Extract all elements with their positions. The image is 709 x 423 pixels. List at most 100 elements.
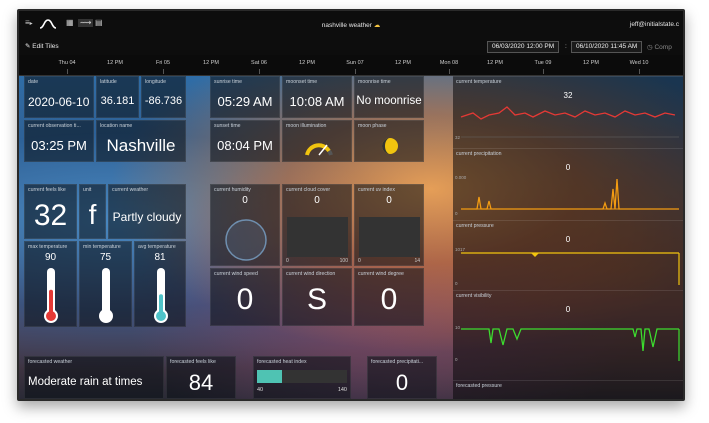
tile-sunrise[interactable]: sunrise time 05:29 AM xyxy=(210,76,280,118)
tile-label: date xyxy=(28,79,39,85)
tile-value: S xyxy=(306,283,327,316)
tile-moonset[interactable]: moonset time 10:08 AM xyxy=(282,76,352,118)
tile-uv-index[interactable]: current uv index 0 0 14 xyxy=(354,184,424,266)
timeline-tick: 12 PM xyxy=(487,60,503,66)
tile-humidity[interactable]: current humidity 0 xyxy=(210,184,280,266)
uv-index-bar xyxy=(359,217,420,257)
tile-value: 2020-06-10 xyxy=(28,95,90,109)
thermometer-fill xyxy=(49,289,53,314)
thermometer-bulb xyxy=(46,311,56,321)
tile-value: 10:08 AM xyxy=(289,94,345,109)
bar-max: 100 xyxy=(339,258,348,264)
tile-forecasted-heat-index[interactable]: forecasted heat index 40 140 xyxy=(253,356,351,399)
end-datetime-input[interactable]: 06/10/2020 11:45 AM xyxy=(571,41,643,53)
timeline-tick: Tue 09 xyxy=(534,60,552,66)
dashboard-title: nashville weather ☁ xyxy=(19,21,683,29)
thermometer-bulb xyxy=(156,311,166,321)
timeline-tick-mark xyxy=(67,69,68,74)
tile-value: Partly cloudy xyxy=(112,210,182,224)
chart-current-temperature[interactable]: current temperature 32 32 xyxy=(453,76,683,149)
tile-wind-direction[interactable]: current wind direction S xyxy=(282,268,352,326)
cloud-cover-bar xyxy=(287,217,348,257)
tile-label: current weather xyxy=(112,187,149,193)
thermometer-icon xyxy=(44,268,58,323)
tile-label: moonrise time xyxy=(358,79,391,85)
chart-forecasted-pressure[interactable]: forecasted pressure xyxy=(453,380,683,399)
tile-current-weather[interactable]: current weather Partly cloudy xyxy=(108,184,186,239)
tile-longitude[interactable]: longitude -86.736 xyxy=(141,76,186,118)
tile-label: unit xyxy=(83,187,92,193)
tile-min-temperature[interactable]: min temperature 75 xyxy=(79,241,132,327)
dashboard-window: ≡▸ ▦ ⟿ ▤ nashville weather ☁ jeff@initia… xyxy=(17,9,685,401)
tile-value: 84 xyxy=(188,370,214,395)
start-datetime-input[interactable]: 06/03/2020 12:00 PM xyxy=(487,41,560,53)
tile-date[interactable]: date 2020-06-10 xyxy=(24,76,94,118)
timeline-tick: Sat 06 xyxy=(251,60,267,66)
tile-label: current cloud cover xyxy=(286,187,331,193)
tile-max-temperature[interactable]: max temperature 90 xyxy=(24,241,77,327)
user-account[interactable]: jeff@initialstate.c xyxy=(630,21,679,28)
timeline-scrubber[interactable]: Thu 04 12 PM Fri 05 12 PM Sat 06 12 PM S… xyxy=(19,55,683,76)
tile-value: 0 xyxy=(386,195,392,206)
precipitation-line xyxy=(461,178,679,210)
compare-button[interactable]: ◷ Comp xyxy=(647,43,672,51)
tile-feels-like[interactable]: current feels like 32 xyxy=(24,184,77,239)
timeline-tick: Wed 10 xyxy=(629,60,649,66)
tile-label: current uv index xyxy=(358,187,395,193)
tile-value: 08:04 PM xyxy=(217,138,273,153)
heat-index-bar xyxy=(257,370,347,383)
dashboard-title-text: nashville weather xyxy=(321,22,372,29)
timeline-tick: 12 PM xyxy=(107,60,123,66)
timeline-tick: Fri 05 xyxy=(155,60,171,66)
temperature-line xyxy=(460,106,679,138)
tile-value: 0 xyxy=(314,195,320,206)
toolbar: ✎ Edit Tiles 06/03/2020 12:00 PM : 06/10… xyxy=(19,38,683,55)
tile-label: forecasted heat index xyxy=(257,359,307,365)
tile-moonrise[interactable]: moonrise time No moonrise xyxy=(354,76,424,118)
tile-value: 0 xyxy=(236,283,254,316)
tile-wind-speed[interactable]: current wind speed 0 xyxy=(210,268,280,326)
tile-moon-illumination[interactable]: moon illumination xyxy=(282,120,352,162)
chart-current-precipitation[interactable]: current precipitation 0 0.000 0 xyxy=(453,148,683,221)
tile-wind-degree[interactable]: current wind degree 0 xyxy=(354,268,424,326)
tile-value: 05:29 AM xyxy=(217,94,273,109)
chart-label: forecasted pressure xyxy=(456,383,502,389)
tile-unit[interactable]: unit f xyxy=(79,184,106,239)
tile-value: -86.736 xyxy=(144,95,183,107)
tile-forecasted-precipitation[interactable]: forecasted precipitati... 0 xyxy=(367,356,437,399)
tile-label: latitude xyxy=(100,79,117,85)
edit-tiles-label: Edit Tiles xyxy=(32,43,59,50)
edit-tiles-button[interactable]: ✎ Edit Tiles xyxy=(25,42,59,50)
heat-index-bar-fill xyxy=(257,370,283,383)
tile-value: Nashville xyxy=(106,136,176,155)
tile-observation-time[interactable]: current observation ti... 03:25 PM xyxy=(24,120,94,162)
tile-sunset[interactable]: sunset time 08:04 PM xyxy=(210,120,280,162)
tile-value: f xyxy=(88,199,97,230)
visibility-line xyxy=(461,328,680,361)
tile-label: forecasted feels like xyxy=(170,359,216,365)
tile-value: No moonrise xyxy=(356,95,422,107)
timeline-tick-mark xyxy=(163,69,164,74)
tile-forecasted-weather[interactable]: forecasted weather Moderate rain at time… xyxy=(24,356,164,399)
tile-latitude[interactable]: latitude 36.181 xyxy=(96,76,139,118)
tile-location-name[interactable]: location name Nashville xyxy=(96,120,186,162)
timeline-tick-mark xyxy=(639,69,640,74)
tile-value: Moderate rain at times xyxy=(28,376,143,388)
tile-forecasted-feels-like[interactable]: forecasted feels like 84 xyxy=(166,356,236,399)
bar-min: 0 xyxy=(358,258,361,264)
chart-current-visibility[interactable]: current visibility 0 10 0 xyxy=(453,290,683,367)
tile-moon-phase[interactable]: moon phase xyxy=(354,120,424,162)
chart-current-pressure[interactable]: current pressure 0 1017 0 xyxy=(453,220,683,291)
timeline-tick: 12 PM xyxy=(203,60,219,66)
timeline-tick-mark xyxy=(543,69,544,74)
sun-cloud-icon: ☁ xyxy=(373,22,381,29)
tile-value: 0 xyxy=(395,370,409,395)
clock-icon: ◷ xyxy=(647,44,653,51)
tile-label: sunset time xyxy=(214,123,241,129)
tile-label: moonset time xyxy=(286,79,318,85)
tile-cloud-cover[interactable]: current cloud cover 0 0 100 xyxy=(282,184,352,266)
bar-max: 14 xyxy=(414,258,420,264)
gauge-icon xyxy=(305,143,333,156)
timeline-tick-mark xyxy=(259,69,260,74)
tile-avg-temperature[interactable]: avg temperature 81 xyxy=(134,241,186,327)
